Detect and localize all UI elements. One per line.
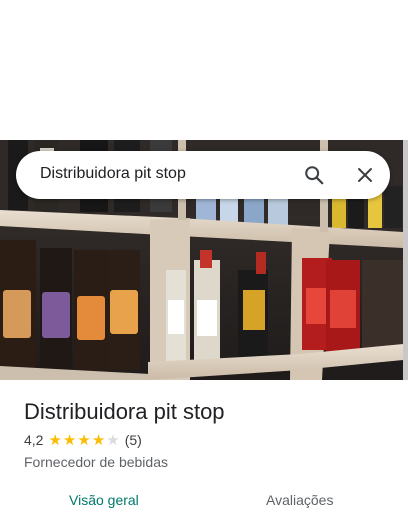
rating-value: 4,2 [24, 432, 44, 448]
rating-row[interactable]: 4,2 ★ ★ ★ ★ ★ (5) [24, 432, 142, 448]
place-tabs: Visão geral Avaliações [0, 490, 408, 520]
place-category[interactable]: Fornecedor de bebidas [24, 454, 168, 470]
close-icon[interactable] [353, 163, 377, 187]
rating-stars: ★ ★ ★ ★ ★ [48, 433, 119, 448]
star-icon: ★ [62, 431, 77, 449]
scrollbar[interactable] [403, 140, 408, 380]
search-query-text[interactable]: Distribuidora pit stop [40, 165, 186, 183]
star-icon: ★ [106, 431, 120, 449]
star-icon: ★ [48, 431, 62, 449]
place-info-panel: Distribuidora pit stop 4,2 ★ ★ ★ ★ ★ (5)… [0, 380, 408, 520]
place-name: Distribuidora pit stop [24, 399, 225, 424]
search-icon[interactable] [302, 163, 326, 187]
star-icon: ★ [77, 431, 91, 449]
search-bar[interactable]: Distribuidora pit stop [16, 151, 390, 199]
reviews-count[interactable]: (5) [125, 432, 142, 448]
star-icon: ★ [91, 431, 106, 449]
tab-overview[interactable]: Visão geral [69, 492, 139, 508]
tab-reviews[interactable]: Avaliações [266, 492, 333, 508]
top-blank-area [0, 0, 408, 140]
